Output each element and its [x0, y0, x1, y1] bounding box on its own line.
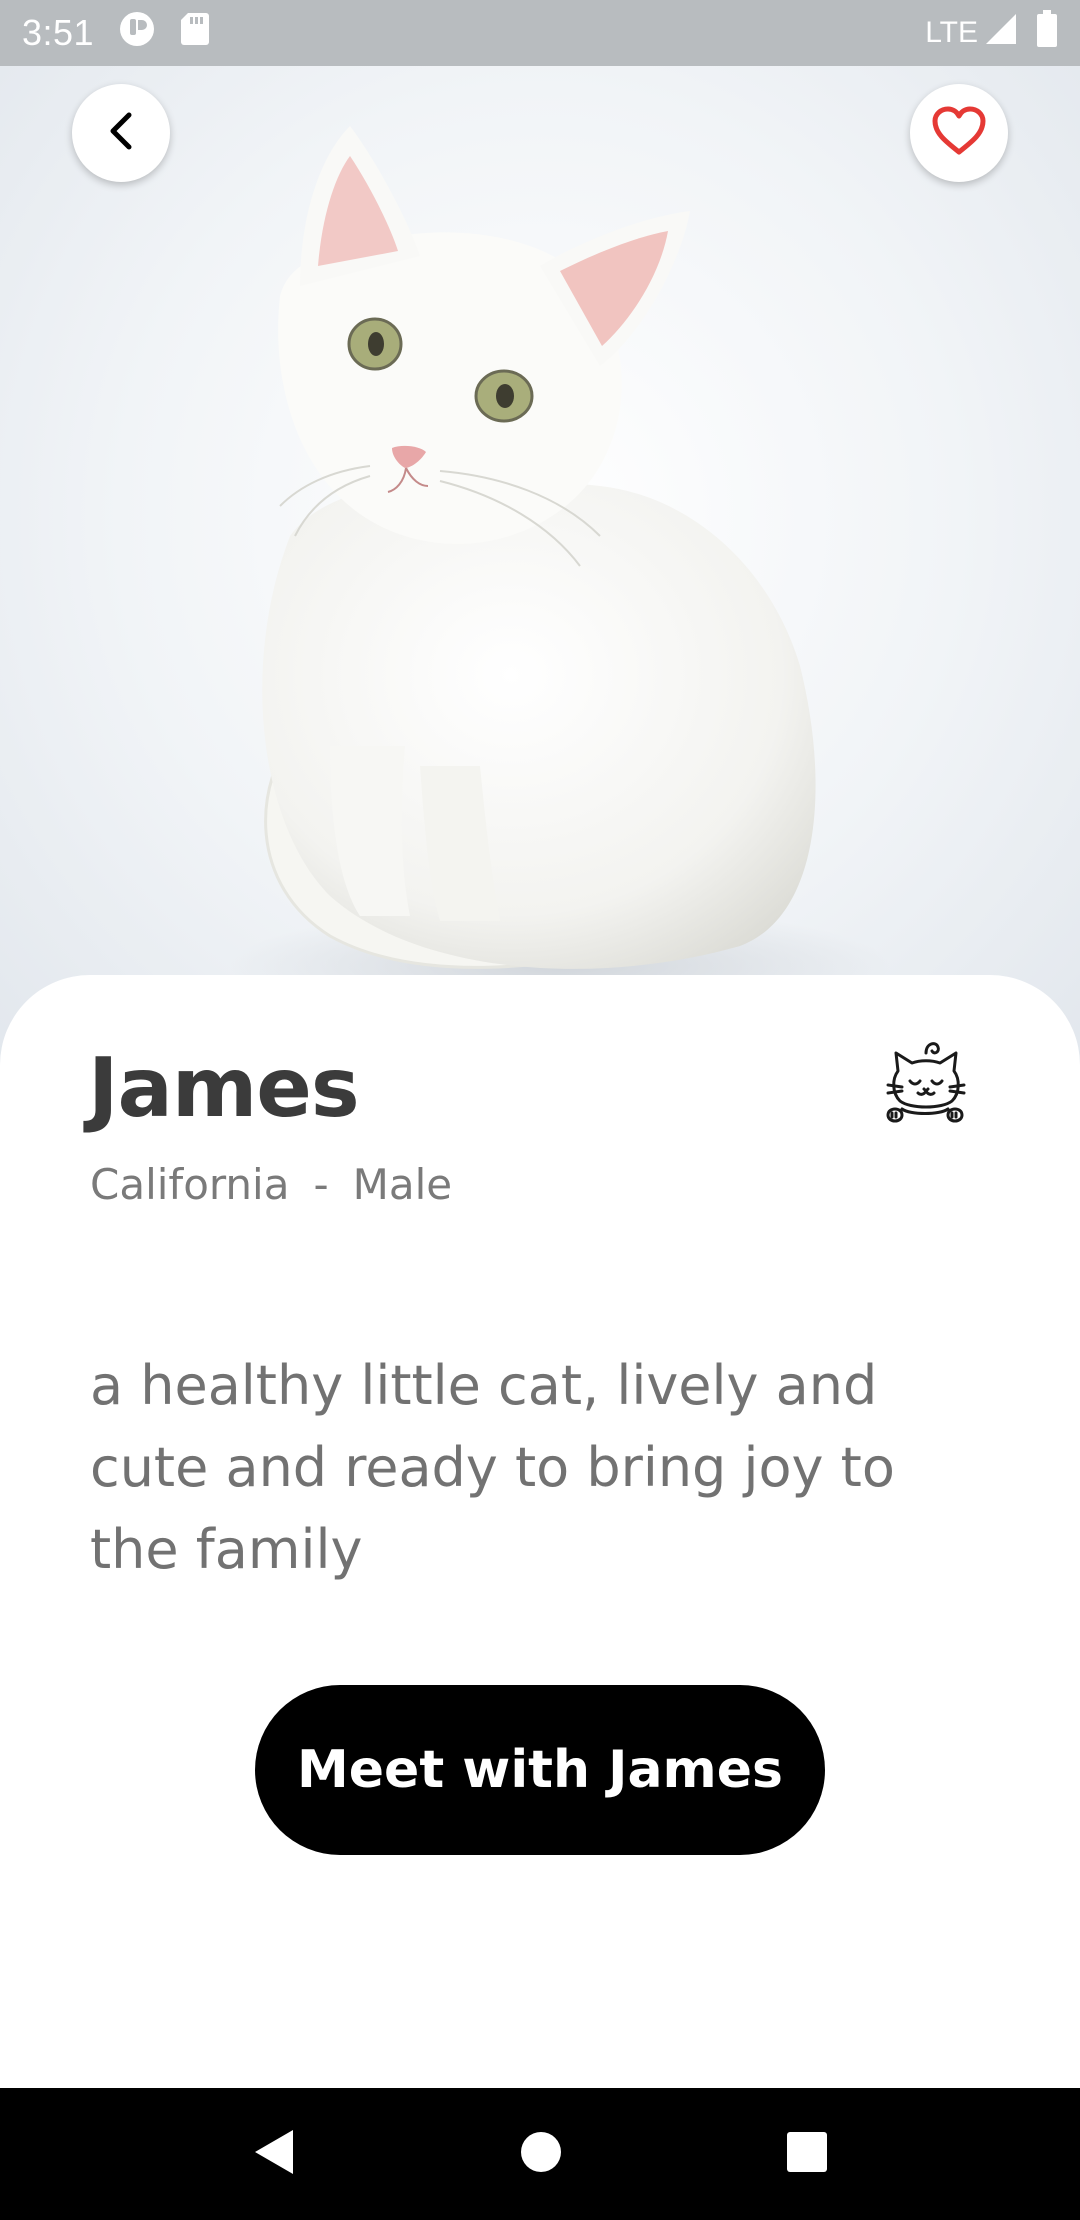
white-cat-photo [230, 126, 890, 1026]
meta-separator: - [313, 1160, 329, 1209]
signal-icon [984, 12, 1018, 55]
pet-photo [0, 66, 1080, 1066]
recents-square-icon[interactable] [785, 2130, 829, 2178]
back-triangle-icon[interactable] [251, 2127, 297, 2181]
pet-description: a healthy little cat, lively and cute an… [90, 1354, 895, 1581]
heart-outline-icon [931, 105, 987, 161]
notification-app-icon [118, 10, 156, 57]
favorite-button[interactable] [910, 84, 1008, 182]
pet-gender: Male [352, 1160, 453, 1209]
sd-card-icon [180, 11, 210, 56]
pet-name: James [88, 1041, 360, 1136]
status-bar: 3:51 LTE [0, 0, 1080, 66]
chevron-left-icon [99, 109, 143, 157]
system-nav-bar [0, 2088, 1080, 2220]
meet-button[interactable]: Meet with James [255, 1685, 825, 1855]
pet-details-card: James California - Male a healthy little… [0, 975, 1080, 2088]
home-circle-icon[interactable] [519, 2130, 563, 2178]
pet-meta: California - Male [90, 1160, 452, 1209]
pet-location: California [90, 1160, 290, 1209]
back-button[interactable] [72, 84, 170, 182]
status-time: 3:51 [22, 12, 95, 53]
meet-button-label: Meet with James [297, 1740, 783, 1800]
status-left: 3:51 [22, 10, 210, 57]
battery-icon [1036, 9, 1058, 57]
cat-icon [880, 1037, 970, 1135]
network-label: LTE [925, 16, 978, 49]
status-right: LTE [925, 9, 1058, 57]
